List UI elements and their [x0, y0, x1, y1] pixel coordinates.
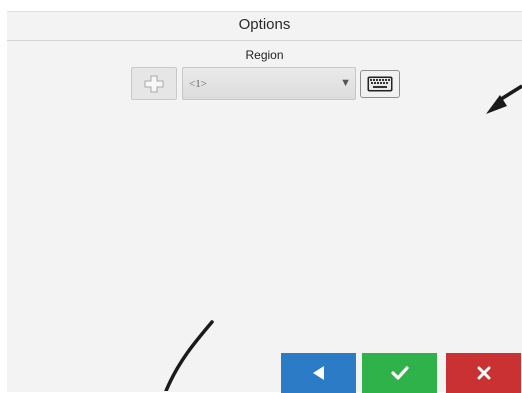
keyboard-icon	[367, 76, 393, 92]
dropdown-arrow-icon: ▼	[340, 77, 351, 89]
confirm-button[interactable]	[362, 353, 437, 393]
check-icon	[390, 366, 409, 380]
keyboard-button[interactable]	[360, 70, 400, 98]
back-arrow-icon	[312, 366, 324, 380]
region-label: Region	[245, 48, 284, 62]
options-dialog: Options Region <1> ▼	[7, 11, 522, 393]
region-select[interactable]: <1> ▼	[182, 67, 356, 100]
page-title: Options	[238, 16, 291, 33]
region-select-value: <1>	[189, 78, 207, 90]
cancel-button[interactable]	[446, 353, 521, 393]
add-region-button[interactable]	[131, 67, 177, 100]
back-button[interactable]	[281, 353, 356, 393]
title-divider	[7, 40, 522, 41]
close-icon	[477, 366, 490, 380]
plus-icon	[144, 75, 164, 93]
